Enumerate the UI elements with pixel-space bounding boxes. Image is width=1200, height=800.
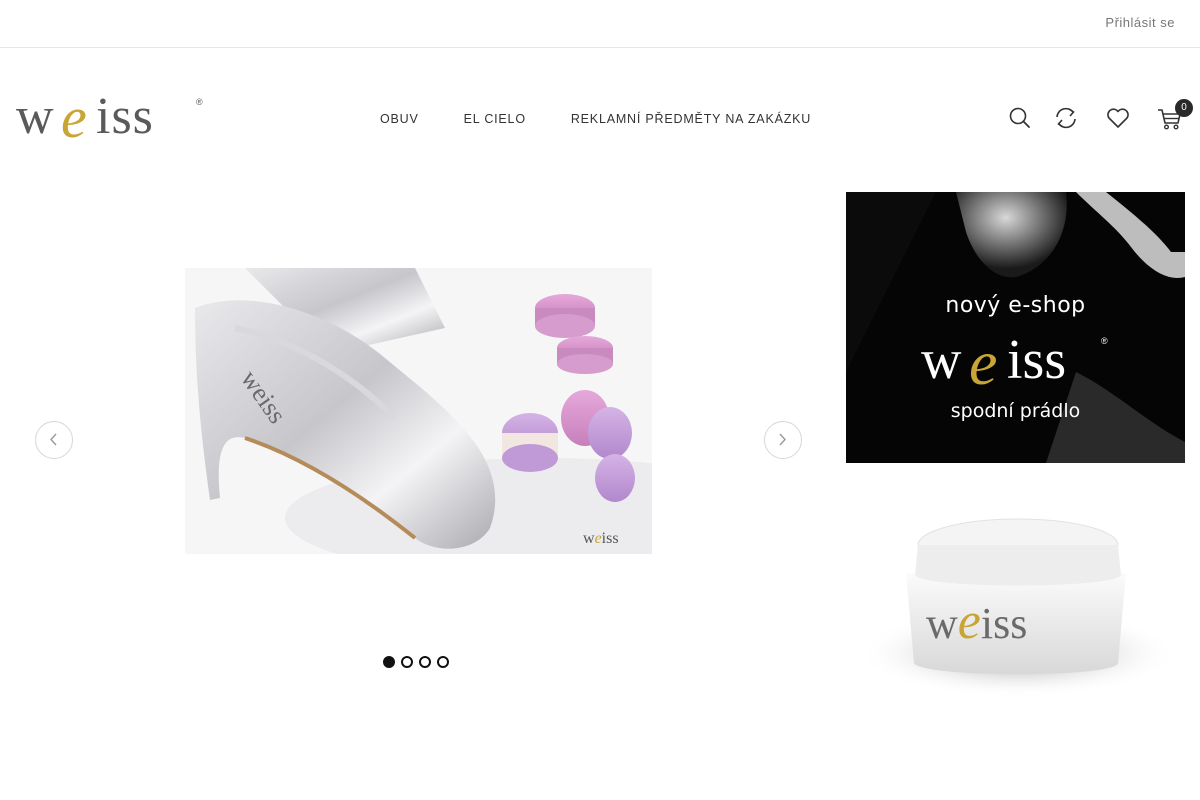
svg-text:®: ® xyxy=(196,97,203,107)
nav-item-reklamni-predmety[interactable]: REKLAMNÍ PŘEDMĚTY NA ZAKÁZKU xyxy=(571,112,811,126)
svg-text:®: ® xyxy=(1101,336,1108,346)
slider-dots xyxy=(383,656,449,668)
header-tools: 0 xyxy=(1006,99,1193,134)
top-bar: Přihlásit se xyxy=(0,0,1200,48)
heart-icon[interactable] xyxy=(1104,104,1132,132)
slide-image-silver-shoes[interactable]: weiss weiss xyxy=(185,268,652,554)
nav-item-obuv[interactable]: OBUV xyxy=(380,112,419,126)
banner-eshop-subline: spodní prádlo xyxy=(950,400,1081,422)
banner-lingerie-eshop[interactable]: nový e-shop w e iss ® spodní prádlo xyxy=(846,192,1185,463)
svg-text:e: e xyxy=(969,330,997,388)
slider-next-button[interactable] xyxy=(764,421,802,459)
svg-text:weiss: weiss xyxy=(583,530,619,547)
main-nav: OBUV EL CIELO REKLAMNÍ PŘEDMĚTY NA ZAKÁZ… xyxy=(380,112,856,126)
svg-text:weiss: weiss xyxy=(926,593,1027,650)
macaron-top xyxy=(535,294,595,338)
slider-prev-button[interactable] xyxy=(35,421,73,459)
slider-dot-1[interactable] xyxy=(383,656,395,668)
hero-slider: weiss weiss xyxy=(0,190,835,690)
svg-text:w: w xyxy=(16,93,54,141)
slider-dot-2[interactable] xyxy=(401,656,413,668)
login-link[interactable]: Přihlásit se xyxy=(1105,15,1175,30)
cart-count-badge: 0 xyxy=(1175,99,1193,117)
banner-eshop-headline: nový e-shop xyxy=(945,293,1086,318)
cart-icon[interactable]: 0 xyxy=(1156,99,1193,132)
site-logo[interactable]: w e iss ® xyxy=(16,85,208,150)
compare-icon[interactable] xyxy=(1052,104,1080,132)
nav-item-el-cielo[interactable]: EL CIELO xyxy=(464,112,526,126)
svg-text:e: e xyxy=(61,93,87,141)
svg-text:iss: iss xyxy=(96,93,154,141)
svg-text:iss: iss xyxy=(1007,330,1066,388)
svg-text:w: w xyxy=(921,330,962,388)
banner-eshop-logo: w e iss ® xyxy=(921,327,1113,398)
banner-cosmetics[interactable]: weiss xyxy=(846,493,1185,725)
slider-dot-3[interactable] xyxy=(419,656,431,668)
header: w e iss ® OBUV EL CIELO REKLAMNÍ PŘEDMĚT… xyxy=(0,49,1200,189)
search-icon[interactable] xyxy=(1006,104,1034,132)
slider-dot-4[interactable] xyxy=(437,656,449,668)
